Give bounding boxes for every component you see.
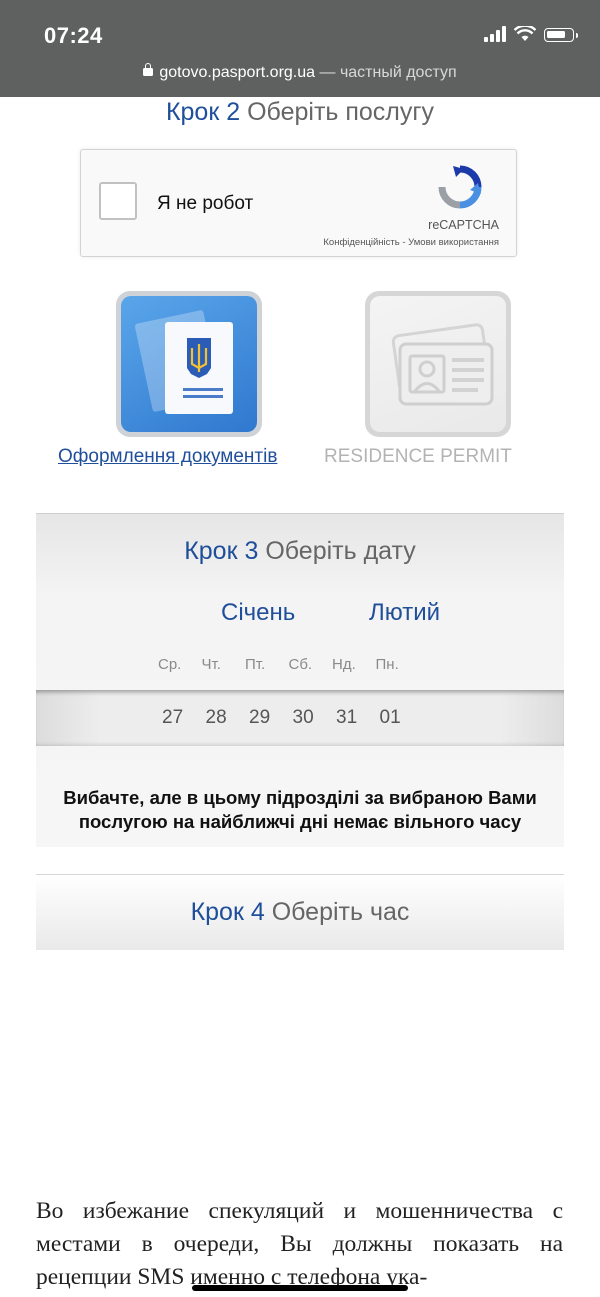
wifi-icon: [514, 26, 536, 41]
date-item[interactable]: 29: [249, 707, 293, 729]
url-text: gotovo.pasport.org.ua: [159, 64, 316, 81]
recaptcha-widget: Я не робот reCAPTCHA Конфіденційність - …: [80, 149, 517, 257]
terms-link[interactable]: Умови використання: [408, 237, 499, 248]
passport-document-icon: [134, 310, 233, 414]
step4-title: Крок 4 Оберіть час: [0, 898, 600, 927]
step3-title: Крок 3 Оберіть дату: [0, 537, 600, 566]
month-february: Лютий: [369, 599, 441, 626]
url-separator: —: [315, 64, 340, 81]
clock: 07:24: [44, 23, 103, 48]
step3-text: Оберіть дату: [265, 537, 416, 565]
captcha-label: Я не робот: [157, 193, 254, 214]
weekday-label: Пт.: [245, 656, 266, 673]
step2-title: Крок 2 Оберіть послугу: [0, 98, 600, 127]
step4-text: Оберіть час: [271, 898, 410, 926]
documents-service-link[interactable]: Оформлення документів: [58, 446, 277, 468]
residence-permit-tile: [365, 291, 511, 437]
date-item[interactable]: 31: [336, 707, 380, 729]
address-bar[interactable]: gotovo.pasport.org.ua — частный доступ: [0, 63, 600, 82]
documents-service-tile[interactable]: [116, 291, 262, 437]
date-item[interactable]: 01: [380, 707, 424, 729]
weekday-label: Ср.: [158, 656, 182, 673]
weekday-row: Ср. Чт. Пт. Сб. Нд. Пн.: [158, 656, 419, 673]
links-separator: -: [399, 237, 409, 248]
date-item[interactable]: 28: [206, 707, 250, 729]
weekday-label: Нд.: [332, 656, 356, 673]
anti-fraud-note: Во избежание спекуляций и мошенничества …: [36, 1198, 563, 1290]
system-icons: [484, 26, 578, 42]
captcha-links: Конфіденційність - Умови використання: [323, 237, 499, 248]
privacy-link[interactable]: Конфіденційність: [323, 237, 399, 248]
private-access-label: частный доступ: [339, 64, 457, 81]
weekday-label: Сб.: [288, 656, 313, 673]
no-slots-line: послугою на найближчі дні немає вільного…: [78, 811, 522, 832]
step3-number: Крок 3: [184, 537, 259, 565]
captcha-checkbox[interactable]: [99, 182, 137, 220]
lock-icon: [143, 63, 154, 76]
recaptcha-brand: reCAPTCHA: [428, 218, 499, 232]
status-bar: 07:24 gotovo.pasport.org.ua — частный до…: [0, 0, 600, 97]
recaptcha-logo-icon: [438, 165, 482, 209]
step4-number: Крок 4: [190, 898, 265, 926]
step2-text: Оберіть послугу: [247, 98, 435, 126]
date-item[interactable]: 27: [162, 707, 206, 729]
weekday-label: Чт.: [201, 656, 221, 673]
step2-number: Крок 2: [165, 98, 241, 126]
date-item[interactable]: 30: [293, 707, 337, 729]
no-slots-line: Вибачте, але в цьому підрозділі за вибра…: [63, 787, 537, 808]
weekday-label: Пн.: [375, 656, 399, 673]
residence-permit-label: RESIDENCE PERMIT: [324, 446, 512, 467]
id-card-icon: [391, 323, 494, 406]
home-indicator: [192, 1285, 408, 1291]
no-slots-message: Вибачте, але в цьому підрозділі за вибра…: [36, 786, 564, 834]
cellular-signal-icon: [484, 26, 506, 42]
month-january: Січень: [221, 599, 296, 626]
date-row: 27 28 29 30 31 01: [162, 707, 423, 729]
battery-icon: [544, 28, 578, 42]
